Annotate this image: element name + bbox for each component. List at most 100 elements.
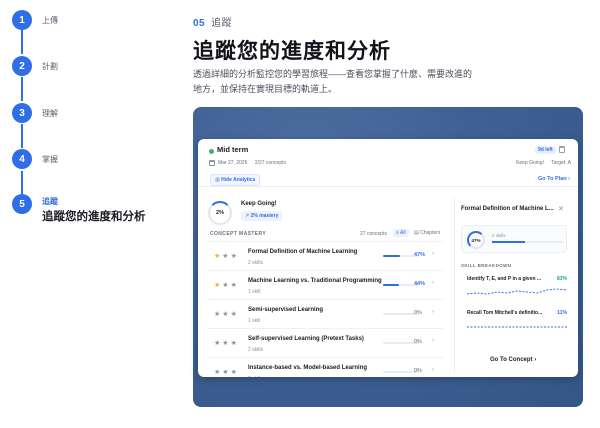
chevron-right-icon: › — [432, 338, 434, 344]
skill-name: Recall Tom Mitchell's definitio... — [467, 310, 543, 316]
chevron-right-icon: › — [432, 309, 434, 315]
chevron-right-icon: › — [432, 280, 434, 286]
concept-skill-count: 2 skills — [248, 376, 263, 377]
step-label: 理解 — [42, 109, 58, 118]
go-to-concept-button[interactable]: Go To Concept › — [490, 357, 536, 363]
chevron-right-icon: › — [432, 251, 434, 257]
detail-progress-bar — [492, 241, 562, 243]
star-icon: ★ — [230, 253, 239, 260]
concept-row[interactable]: ★★★ Self-supervised Learning (Pretext Tas… — [208, 328, 444, 357]
status-text: Keep Going! — [516, 160, 544, 166]
page-description: 透過詳細的分析監控您的學習旅程——查看您掌握了什麼、需要改進的地方，並保持在實現… — [193, 69, 473, 94]
concept-pct: 44% — [414, 281, 426, 287]
concept-progress-fill — [383, 284, 399, 286]
star-icon: ★ — [230, 340, 239, 347]
section-eyebrow: 05 追蹤 — [193, 14, 232, 29]
mastery-label: 2% mastery — [250, 213, 279, 219]
gauge-pct: 47% — [471, 237, 481, 243]
progress-stepper: 1 上傳 2 計劃 3 理解 4 掌握 5 追蹤 追蹤您的進度和分析 — [12, 8, 182, 428]
exam-date: Mar 27, 2026 — [218, 160, 248, 166]
concept-list: ★★★ Formal Definition of Machine Learning… — [208, 241, 444, 377]
step-label: 計劃 — [42, 62, 58, 71]
analytics-card: Mid term 9d left Mar 27, 2026 2/27 conce… — [198, 139, 578, 377]
concept-gauge: 47% — [467, 231, 485, 249]
exam-meta: Mar 27, 2026 2/27 concepts — [218, 160, 292, 166]
filter-all-tab[interactable]: ≡ All — [393, 229, 409, 237]
stepper-connector — [21, 171, 23, 195]
concept-row[interactable]: ★★★ Semi-supervised Learning 1 skill 0% › — [208, 299, 444, 328]
concept-skill-count: 1 skill — [248, 289, 261, 295]
star-icon: ★ — [230, 369, 239, 376]
mastery-stars: ★★★ — [214, 310, 239, 318]
concept-progress-fill — [383, 255, 400, 257]
chevron-right-icon: › — [568, 176, 570, 182]
concept-skill-count: 2 skills — [248, 347, 264, 353]
filter-all-label: All — [400, 230, 406, 236]
detail-progress-fill — [492, 241, 525, 243]
mastery-stars: ★★★ — [214, 339, 239, 347]
star-icon: ★ — [222, 311, 231, 318]
calendar-icon — [209, 160, 215, 166]
star-icon: ★ — [222, 340, 231, 347]
skill-name: Identify T, E, and P in a given ... — [467, 276, 542, 282]
card-header: Mid term 9d left Mar 27, 2026 2/27 conce… — [198, 139, 578, 187]
concept-title: Semi-supervised Learning — [248, 307, 324, 313]
star-icon: ★ — [222, 253, 231, 260]
concept-row[interactable]: ★★★ Formal Definition of Machine Learning… — [208, 241, 444, 270]
concept-skill-count: 2 skills — [248, 260, 264, 266]
skill-pct: 83% — [556, 276, 567, 282]
section-number: 05 — [193, 18, 206, 29]
mastery-stars: ★★★ — [214, 368, 239, 376]
status-dot-icon — [209, 149, 214, 154]
filter-chapters-tab[interactable]: ▤ Chapters — [414, 230, 440, 236]
step-label: 追蹤 — [42, 197, 58, 206]
concepts-count: 27 concepts — [360, 231, 387, 237]
skill-sparkline — [467, 288, 567, 295]
concept-title: Self-supervised Learning (Pretext Tasks) — [248, 336, 364, 342]
star-icon: ★ — [230, 282, 239, 289]
section-eyebrow-label: 追蹤 — [211, 18, 233, 29]
step-label: 上傳 — [42, 16, 58, 25]
detail-title: Formal Definition of Machine L... — [461, 206, 554, 212]
concept-title: Machine Learning vs. Traditional Program… — [248, 278, 382, 284]
stepper-connector — [21, 77, 23, 101]
star-icon: ★ — [222, 369, 231, 376]
step-number: 4 — [12, 149, 32, 169]
hide-analytics-button[interactable]: ▥ Hide Analytics — [210, 174, 261, 186]
go-to-plan-link[interactable]: Go To Plan › — [538, 176, 570, 182]
target-grade: Target: A — [551, 160, 571, 166]
concept-row[interactable]: ★★★ Instance-based vs. Model-based Learni… — [208, 357, 444, 377]
concept-mastery-heading: CONCEPT MASTERY — [210, 231, 267, 237]
go-to-plan-label: Go To Plan — [538, 176, 567, 182]
concept-pct: 47% — [414, 252, 426, 258]
mastery-stars: ★★★ — [214, 252, 239, 260]
mastery-stars: ★★★ — [214, 281, 239, 289]
detail-summary: 47% 2 skills — [461, 225, 567, 253]
overall-progress-pct: 2% — [216, 210, 224, 216]
star-icon: ★ — [230, 311, 239, 318]
chevron-right-icon: › — [534, 357, 537, 363]
page-title: 追蹤您的進度和分析 — [193, 40, 391, 63]
concept-pct: 0% — [414, 310, 422, 316]
skill-sparkline — [467, 326, 567, 328]
step-number: 5 — [12, 194, 32, 214]
concepts-progress: 2/27 concepts — [254, 160, 286, 166]
detail-skill-count: 2 skills — [492, 233, 506, 238]
mastery-badge: ↗ 2% mastery — [241, 211, 283, 221]
days-left-badge: 9d left — [535, 146, 556, 154]
step-number: 1 — [12, 10, 32, 30]
concept-pct: 0% — [414, 339, 422, 345]
star-icon: ★ — [222, 282, 231, 289]
overall-progress-ring: 2% — [208, 201, 232, 225]
go-to-concept-label: Go To Concept — [490, 357, 533, 363]
step-number: 3 — [12, 103, 32, 123]
close-icon[interactable]: ✕ — [558, 205, 564, 213]
skill-breakdown-heading: SKILL BREAKDOWN — [461, 263, 512, 268]
chevron-right-icon: › — [432, 367, 434, 373]
step-number: 2 — [12, 56, 32, 76]
exam-title: Mid term — [217, 145, 249, 154]
skill-pct: 11% — [557, 310, 567, 316]
trash-icon[interactable] — [559, 146, 565, 153]
concept-row[interactable]: ★★★ Machine Learning vs. Traditional Prog… — [208, 270, 444, 299]
concept-skill-count: 1 skill — [248, 318, 261, 324]
